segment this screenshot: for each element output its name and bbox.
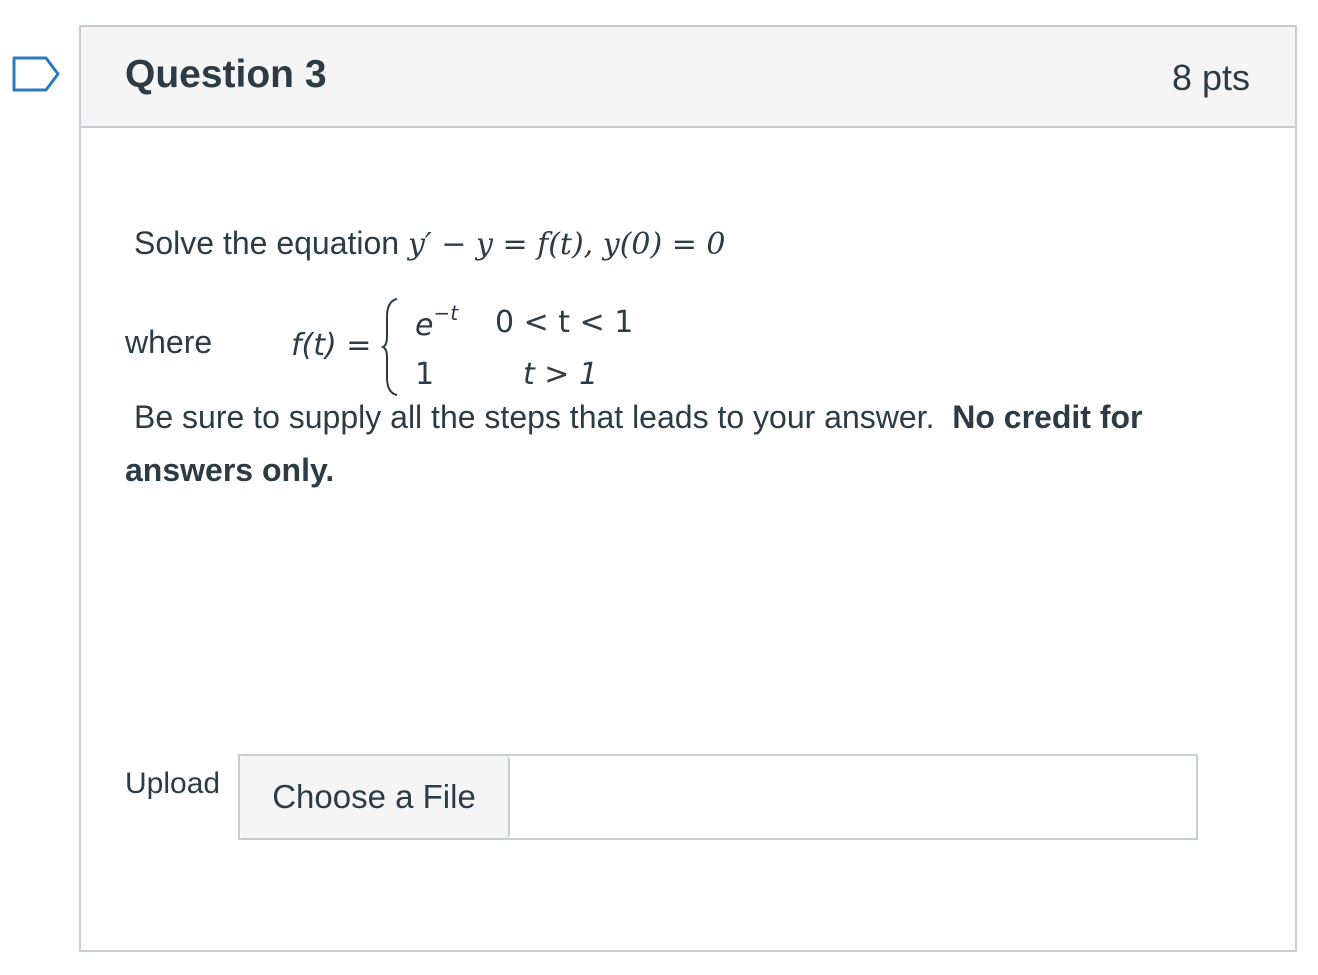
instruction-line-1: Be sure to supply all the steps that lea… — [134, 399, 1142, 436]
prompt-line: Solve the equation y′ − y = f(t), y(0) =… — [134, 225, 726, 262]
where-label: where — [125, 324, 213, 360]
upload-label: Upload — [125, 767, 221, 800]
prompt-equation: y′ − y = f(t), y(0) = 0 — [407, 227, 726, 262]
piecewise-row2-expr: 1 — [415, 357, 435, 392]
question-points: 8 pts — [1171, 57, 1250, 98]
bookmark-flag-icon[interactable] — [12, 56, 60, 92]
piecewise-definition: f(t) = e−t 0 < t < 1 1 t > 1 — [291, 297, 651, 399]
piecewise-lhs: f(t) = — [291, 328, 372, 363]
file-upload-field[interactable]: Choose a File — [238, 754, 1198, 840]
row1-exponent: −t — [433, 301, 459, 325]
instruction-plain: Be sure to supply all the steps that lea… — [134, 399, 935, 435]
piecewise-row1-expr: e−t — [415, 301, 458, 343]
question-title: Question 3 — [125, 53, 327, 96]
question-card: Question 3 8 pts Solve the equation y′ −… — [79, 25, 1297, 952]
row1-base: e — [415, 308, 434, 343]
brace-symbol — [381, 298, 398, 396]
question-header: Question 3 8 pts — [81, 27, 1295, 128]
choose-file-button[interactable]: Choose a File — [240, 756, 510, 838]
prompt-lead: Solve the equation — [134, 225, 408, 261]
instruction-bold-2: answers only. — [125, 452, 335, 488]
piecewise-row1-condition: 0 < t < 1 — [495, 305, 634, 340]
piecewise-row2-condition: t > 1 — [523, 357, 599, 392]
instruction-bold-1: No credit for — [952, 399, 1143, 435]
